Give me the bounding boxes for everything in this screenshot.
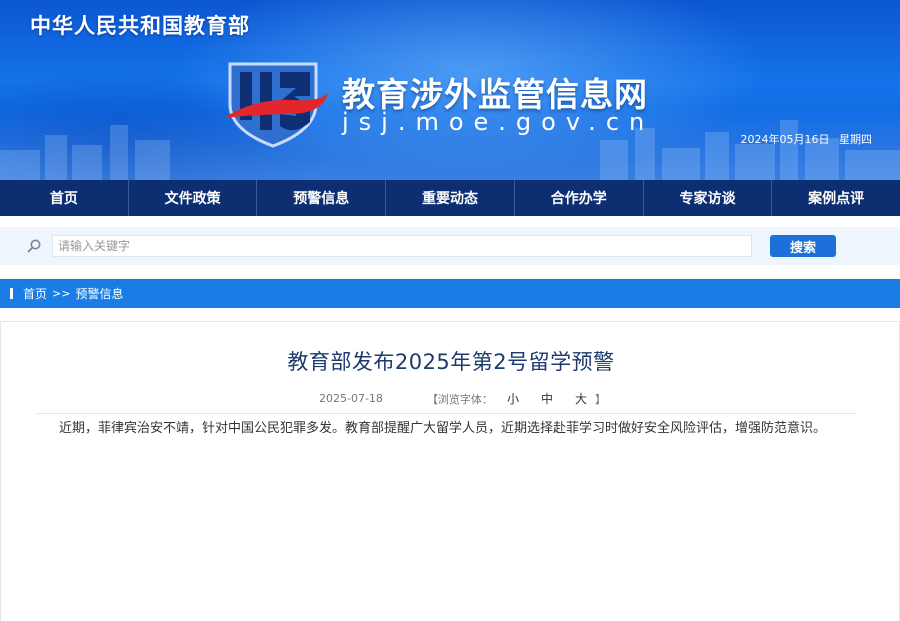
publish-date: 2025-07-18 <box>319 392 383 405</box>
site-emblem-icon[interactable] <box>224 60 330 150</box>
nav-item-cooperative-education[interactable]: 合作办学 <box>515 180 644 216</box>
main-nav: 首页 文件政策 预警信息 重要动态 合作办学 专家访谈 案例点评 <box>0 180 900 216</box>
font-size-close-bracket: 】 <box>594 392 606 406</box>
font-size-small-link[interactable]: 小 <box>507 390 519 407</box>
article-panel: 教育部发布2025年第2号留学预警 2025-07-18 【浏览字体： 小 中 … <box>0 321 900 621</box>
ministry-name[interactable]: 中华人民共和国教育部 <box>30 10 250 40</box>
breadcrumb-current[interactable]: 预警信息 <box>75 285 123 302</box>
nav-item-key-news[interactable]: 重要动态 <box>386 180 515 216</box>
date-text: 2024年05月16日 <box>740 133 830 146</box>
article-meta: 2025-07-18 【浏览字体： 小 中 大 】 <box>319 390 606 407</box>
search-bar: 搜索 <box>0 227 900 265</box>
nav-item-expert-interviews[interactable]: 专家访谈 <box>644 180 773 216</box>
font-size-large-link[interactable]: 大 <box>575 390 587 407</box>
font-size-label: 【浏览字体： <box>426 392 493 406</box>
nav-item-case-reviews[interactable]: 案例点评 <box>772 180 900 216</box>
nav-item-warnings[interactable]: 预警信息 <box>257 180 387 216</box>
breadcrumb-separator: >> <box>52 287 71 300</box>
breadcrumb-marker <box>10 288 13 299</box>
breadcrumb-home[interactable]: 首页 <box>23 285 47 302</box>
header-banner: 中华人民共和国教育部 教育涉外监管信息网 jsj.moe.gov.cn 2024… <box>0 0 900 180</box>
article-body: 近期，菲律宾治安不靖，针对中国公民犯罪多发。教育部提醒广大留学人员，近期选择赴菲… <box>59 421 827 436</box>
search-icon <box>26 238 42 254</box>
article-divider <box>37 413 857 414</box>
nav-item-home[interactable]: 首页 <box>0 180 129 216</box>
weekday-text: 星期四 <box>839 133 872 146</box>
search-button[interactable]: 搜索 <box>770 235 836 257</box>
site-domain: jsj.moe.gov.cn <box>342 108 655 136</box>
search-input[interactable] <box>52 235 752 257</box>
article-title: 教育部发布2025年第2号留学预警 <box>287 350 615 374</box>
font-size-medium-link[interactable]: 中 <box>541 390 553 407</box>
nav-item-policy-documents[interactable]: 文件政策 <box>129 180 258 216</box>
breadcrumb: 首页 >> 预警信息 <box>0 279 900 308</box>
current-date: 2024年05月16日 星期四 <box>741 131 873 147</box>
page: 中华人民共和国教育部 教育涉外监管信息网 jsj.moe.gov.cn 2024… <box>0 0 900 621</box>
